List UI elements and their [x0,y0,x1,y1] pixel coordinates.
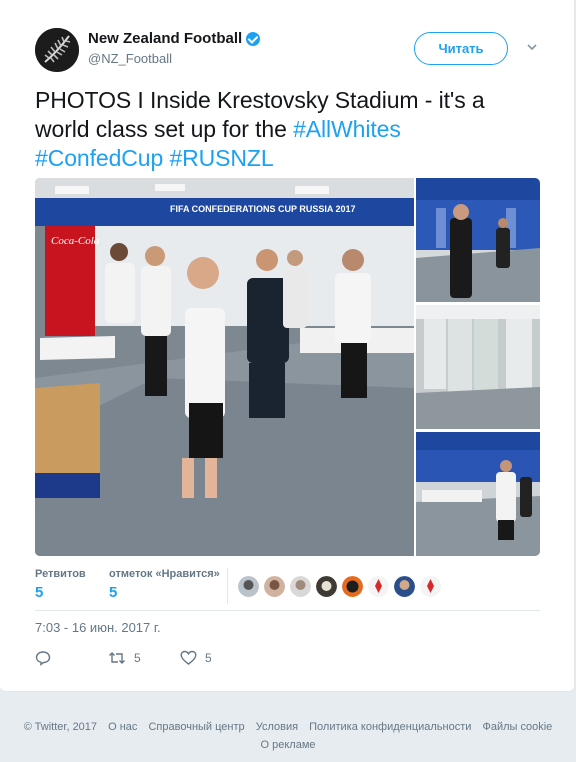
tweet-actions: 5 5 [35,650,335,670]
follow-button[interactable]: Читать [414,32,508,65]
liker-avatar[interactable] [316,576,337,597]
tweet-stats: Ретвитов 5 отметок «Нравится» 5 [35,568,540,604]
likes-value: 5 [109,584,118,601]
hashtag-confedcup[interactable]: #ConfedCup [35,145,163,171]
photo-top-right[interactable] [416,178,540,302]
avatar[interactable] [35,28,79,72]
photo-banner-text: FIFA CONFEDERATIONS CUP RUSSIA 2017 [170,204,356,214]
heart-icon[interactable] [180,650,197,666]
like-action[interactable]: 5 [180,650,212,666]
page-footer: © Twitter, 2017 О нас Справочный центр У… [0,718,576,754]
tweet-header: New Zealand Football @NZ_Football Читать [35,28,545,72]
account-names: New Zealand Football @NZ_Football [88,30,261,66]
like-count: 5 [205,651,212,665]
hashtag-rusnzl[interactable]: #RUSNZL [169,145,273,171]
retweet-icon[interactable] [108,650,126,666]
tweet-timestamp[interactable]: 7:03 - 16 июн. 2017 г. [35,620,161,635]
liker-avatar[interactable] [420,576,441,597]
retweet-action[interactable]: 5 [108,650,141,666]
footer-copyright: © Twitter, 2017 [23,721,98,733]
footer-link-terms[interactable]: Условия [256,721,298,733]
silver-fern-logo-icon [35,28,79,72]
liker-avatar[interactable] [394,576,415,597]
chevron-down-icon[interactable] [527,42,537,52]
footer-link-about[interactable]: О нас [108,721,137,733]
retweets-value: 5 [35,584,44,601]
stats-timestamp-divider [35,610,540,611]
photo-middle-right[interactable] [416,305,540,429]
account-handle[interactable]: @NZ_Football [88,51,260,66]
liker-avatar[interactable] [264,576,285,597]
account-name-text[interactable]: New Zealand Football [88,30,242,47]
retweet-count: 5 [134,651,141,665]
photo-bottom-right[interactable] [416,432,540,556]
tweet-media: FIFA CONFEDERATIONS CUP RUSSIA 2017 Coca… [35,178,540,556]
likes-label: отметок «Нравится» [109,568,220,580]
tweet-text-plain: PHOTOS I Inside Krestovsky Stadium - it'… [35,87,485,142]
photo-fridge-text: Coca-Cola [51,235,100,247]
footer-link-privacy[interactable]: Политика конфиденциальности [309,721,471,733]
verified-badge-icon [246,31,261,46]
liker-avatar[interactable] [342,576,363,597]
footer-link-help[interactable]: Справочный центр [148,721,244,733]
retweets-label: Ретвитов [35,568,86,580]
liker-avatar[interactable] [238,576,259,597]
photo-main[interactable]: FIFA CONFEDERATIONS CUP RUSSIA 2017 Coca… [35,178,414,556]
footer-link-ads[interactable]: О рекламе [261,739,316,751]
tweet-text: PHOTOS I Inside Krestovsky Stadium - it'… [35,86,545,173]
tweet-card: New Zealand Football @NZ_Football Читать… [0,0,575,692]
reply-icon[interactable] [35,650,51,666]
footer-link-cookies[interactable]: Файлы cookie [482,721,552,733]
hashtag-allwhites[interactable]: #AllWhites [293,116,401,142]
reply-action[interactable] [35,650,59,666]
liker-avatar[interactable] [290,576,311,597]
likers-avatars [238,576,441,597]
likes-stat[interactable]: отметок «Нравится» 5 [109,568,220,601]
liker-avatar[interactable] [368,576,389,597]
stats-divider [227,568,228,604]
retweets-stat[interactable]: Ретвитов 5 [35,568,86,601]
account-fullname[interactable]: New Zealand Football [88,30,261,47]
